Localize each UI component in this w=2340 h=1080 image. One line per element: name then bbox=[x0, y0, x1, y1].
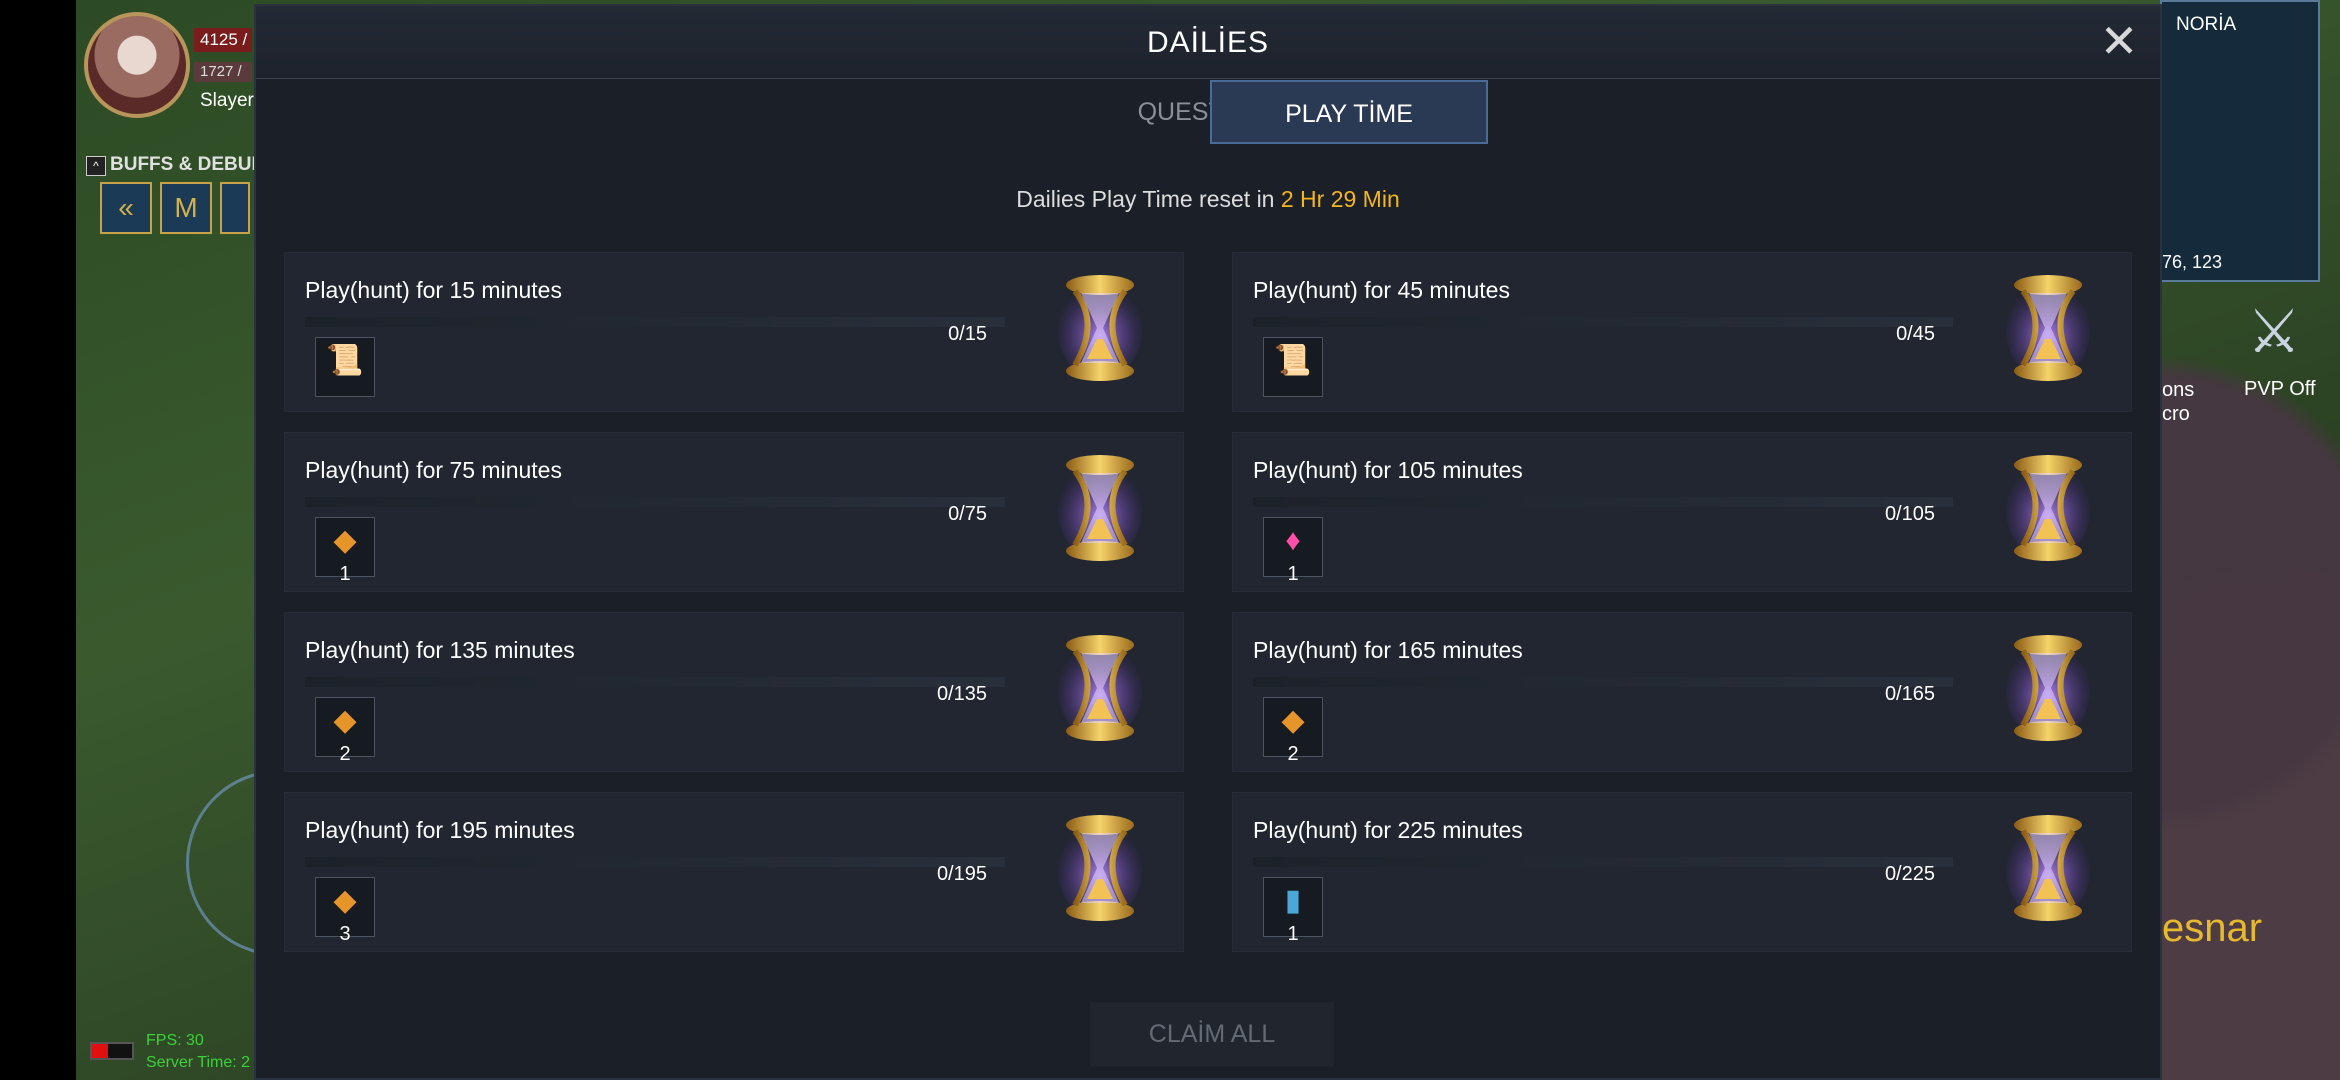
quest-progress-bar bbox=[1253, 857, 1953, 867]
player-portrait-avatar[interactable] bbox=[84, 12, 190, 118]
buffs-collapse-icon[interactable]: ^ bbox=[86, 156, 106, 176]
quest-progress-value: 0/45 bbox=[1896, 323, 1935, 345]
dailies-dialog: DAİLİES ✕ QUESTS PLAY TİME Dailies Play … bbox=[254, 4, 2162, 1080]
dialog-title: DAİLİES bbox=[1146, 26, 1270, 59]
quest-card[interactable]: Play(hunt) for 135 minutes 0/135 ◆ 2 bbox=[284, 612, 1184, 772]
reward-slot[interactable]: ◆ 2 bbox=[1263, 697, 1323, 765]
reward-quantity: 1 bbox=[1287, 923, 1299, 945]
reward-slot[interactable]: ◆ 1 bbox=[315, 517, 375, 585]
reward-slot[interactable]: 📜 bbox=[315, 337, 375, 397]
quest-card[interactable]: Play(hunt) for 105 minutes 0/105 ♦ 1 bbox=[1232, 432, 2132, 592]
quest-card[interactable]: Play(hunt) for 165 minutes 0/165 ◆ 2 bbox=[1232, 612, 2132, 772]
reward-quantity: 1 bbox=[1287, 563, 1299, 585]
quest-progress-value: 0/225 bbox=[1884, 863, 1935, 885]
crystal-icon: ◆ bbox=[333, 704, 357, 737]
scroll-icon: 📜 bbox=[1274, 344, 1312, 377]
reward-slot[interactable]: ♦ 1 bbox=[1263, 517, 1323, 585]
hourglass-icon bbox=[2005, 273, 2091, 383]
minimap-coordinates: 76, 123 bbox=[2162, 252, 2223, 272]
reward-quantity: 1 bbox=[339, 563, 351, 585]
scroll-icon: 📜 bbox=[326, 344, 364, 377]
dialog-header: DAİLİES ✕ bbox=[256, 6, 2160, 79]
quest-progress-bar bbox=[1253, 317, 1953, 327]
npc-name-label: esnar bbox=[2162, 906, 2263, 950]
quest-title: Play(hunt) for 135 minutes bbox=[305, 637, 575, 663]
quest-progress-bar bbox=[305, 317, 1005, 327]
crossed-swords-icon[interactable]: ⚔ bbox=[2240, 298, 2308, 366]
fps-readout: FPS: 30 bbox=[146, 1032, 204, 1049]
reward-quantity: 3 bbox=[339, 923, 351, 945]
pvp-status-label: PVP Off bbox=[2244, 378, 2316, 400]
reset-timer-value: 2 Hr 29 Min bbox=[1280, 186, 1400, 212]
quest-title: Play(hunt) for 75 minutes bbox=[305, 457, 562, 483]
hourglass-icon bbox=[1057, 633, 1143, 743]
minimap-zone-label: NORİA bbox=[2176, 14, 2237, 35]
quest-progress-bar bbox=[305, 677, 1005, 687]
mp-readout: 1727 / bbox=[194, 62, 252, 82]
crystal-icon: ◆ bbox=[333, 524, 357, 557]
hourglass-icon bbox=[1057, 813, 1143, 923]
quest-title: Play(hunt) for 45 minutes bbox=[1253, 277, 1510, 303]
quest-card[interactable]: Play(hunt) for 195 minutes 0/195 ◆ 3 bbox=[284, 792, 1184, 952]
reward-slot[interactable]: ▮ 1 bbox=[1263, 877, 1323, 945]
player-class-name: Slayer bbox=[200, 90, 254, 111]
quest-card[interactable]: Play(hunt) for 15 minutes 0/15 📜 bbox=[284, 252, 1184, 412]
quest-title: Play(hunt) for 15 minutes bbox=[305, 277, 562, 303]
card-icon: ▮ bbox=[1284, 884, 1302, 917]
hourglass-icon bbox=[2005, 813, 2091, 923]
hourglass-icon bbox=[1057, 273, 1143, 383]
reset-timer-line: Dailies Play Time reset in 2 Hr 29 Min bbox=[256, 186, 2160, 213]
hourglass-icon bbox=[2005, 633, 2091, 743]
battery-indicator-icon bbox=[90, 1042, 134, 1060]
reset-timer-label: Dailies Play Time reset in bbox=[1016, 186, 1275, 212]
hourglass-icon bbox=[2005, 453, 2091, 563]
buff-rune-icon[interactable] bbox=[220, 182, 250, 234]
quest-progress-bar bbox=[1253, 677, 1953, 687]
quest-progress-bar bbox=[305, 497, 1005, 507]
reward-quantity: 2 bbox=[339, 743, 351, 765]
quest-progress-bar bbox=[1253, 497, 1953, 507]
cons-macro-label: ons cro bbox=[2162, 379, 2195, 425]
buff-rune-icon[interactable]: « bbox=[100, 182, 152, 234]
quest-card[interactable]: Play(hunt) for 45 minutes 0/45 📜 bbox=[1232, 252, 2132, 412]
crystal-icon: ◆ bbox=[333, 884, 357, 917]
quest-card[interactable]: Play(hunt) for 75 minutes 0/75 ◆ 1 bbox=[284, 432, 1184, 592]
quest-progress-value: 0/135 bbox=[936, 683, 987, 705]
buff-rune-icon[interactable]: M bbox=[160, 182, 212, 234]
crystal-icon: ◆ bbox=[1281, 704, 1305, 737]
quest-card[interactable]: Play(hunt) for 225 minutes 0/225 ▮ 1 bbox=[1232, 792, 2132, 952]
reward-slot[interactable]: ◆ 3 bbox=[315, 877, 375, 945]
reward-quantity: 2 bbox=[1287, 743, 1299, 765]
hp-readout: 4125 / bbox=[194, 28, 252, 52]
quest-progress-bar bbox=[305, 857, 1005, 867]
gem-icon: ♦ bbox=[1285, 524, 1301, 557]
close-icon[interactable]: ✕ bbox=[2096, 18, 2142, 64]
tab-play-time[interactable]: PLAY TİME bbox=[1210, 80, 1488, 144]
quest-progress-value: 0/195 bbox=[936, 863, 987, 885]
quest-progress-value: 0/165 bbox=[1884, 683, 1935, 705]
minimap[interactable] bbox=[2160, 0, 2320, 282]
claim-all-button[interactable]: CLAİM ALL bbox=[1090, 1002, 1334, 1066]
reward-slot[interactable]: 📜 bbox=[1263, 337, 1323, 397]
quest-title: Play(hunt) for 195 minutes bbox=[305, 817, 575, 843]
quest-progress-value: 0/15 bbox=[948, 323, 987, 345]
reward-slot[interactable]: ◆ 2 bbox=[315, 697, 375, 765]
quest-title: Play(hunt) for 105 minutes bbox=[1253, 457, 1523, 483]
hourglass-icon bbox=[1057, 453, 1143, 563]
server-time-readout: Server Time: 2 bbox=[146, 1054, 251, 1071]
quest-title: Play(hunt) for 225 minutes bbox=[1253, 817, 1523, 843]
quest-title: Play(hunt) for 165 minutes bbox=[1253, 637, 1523, 663]
quest-progress-value: 0/75 bbox=[948, 503, 987, 525]
quest-progress-value: 0/105 bbox=[1884, 503, 1935, 525]
